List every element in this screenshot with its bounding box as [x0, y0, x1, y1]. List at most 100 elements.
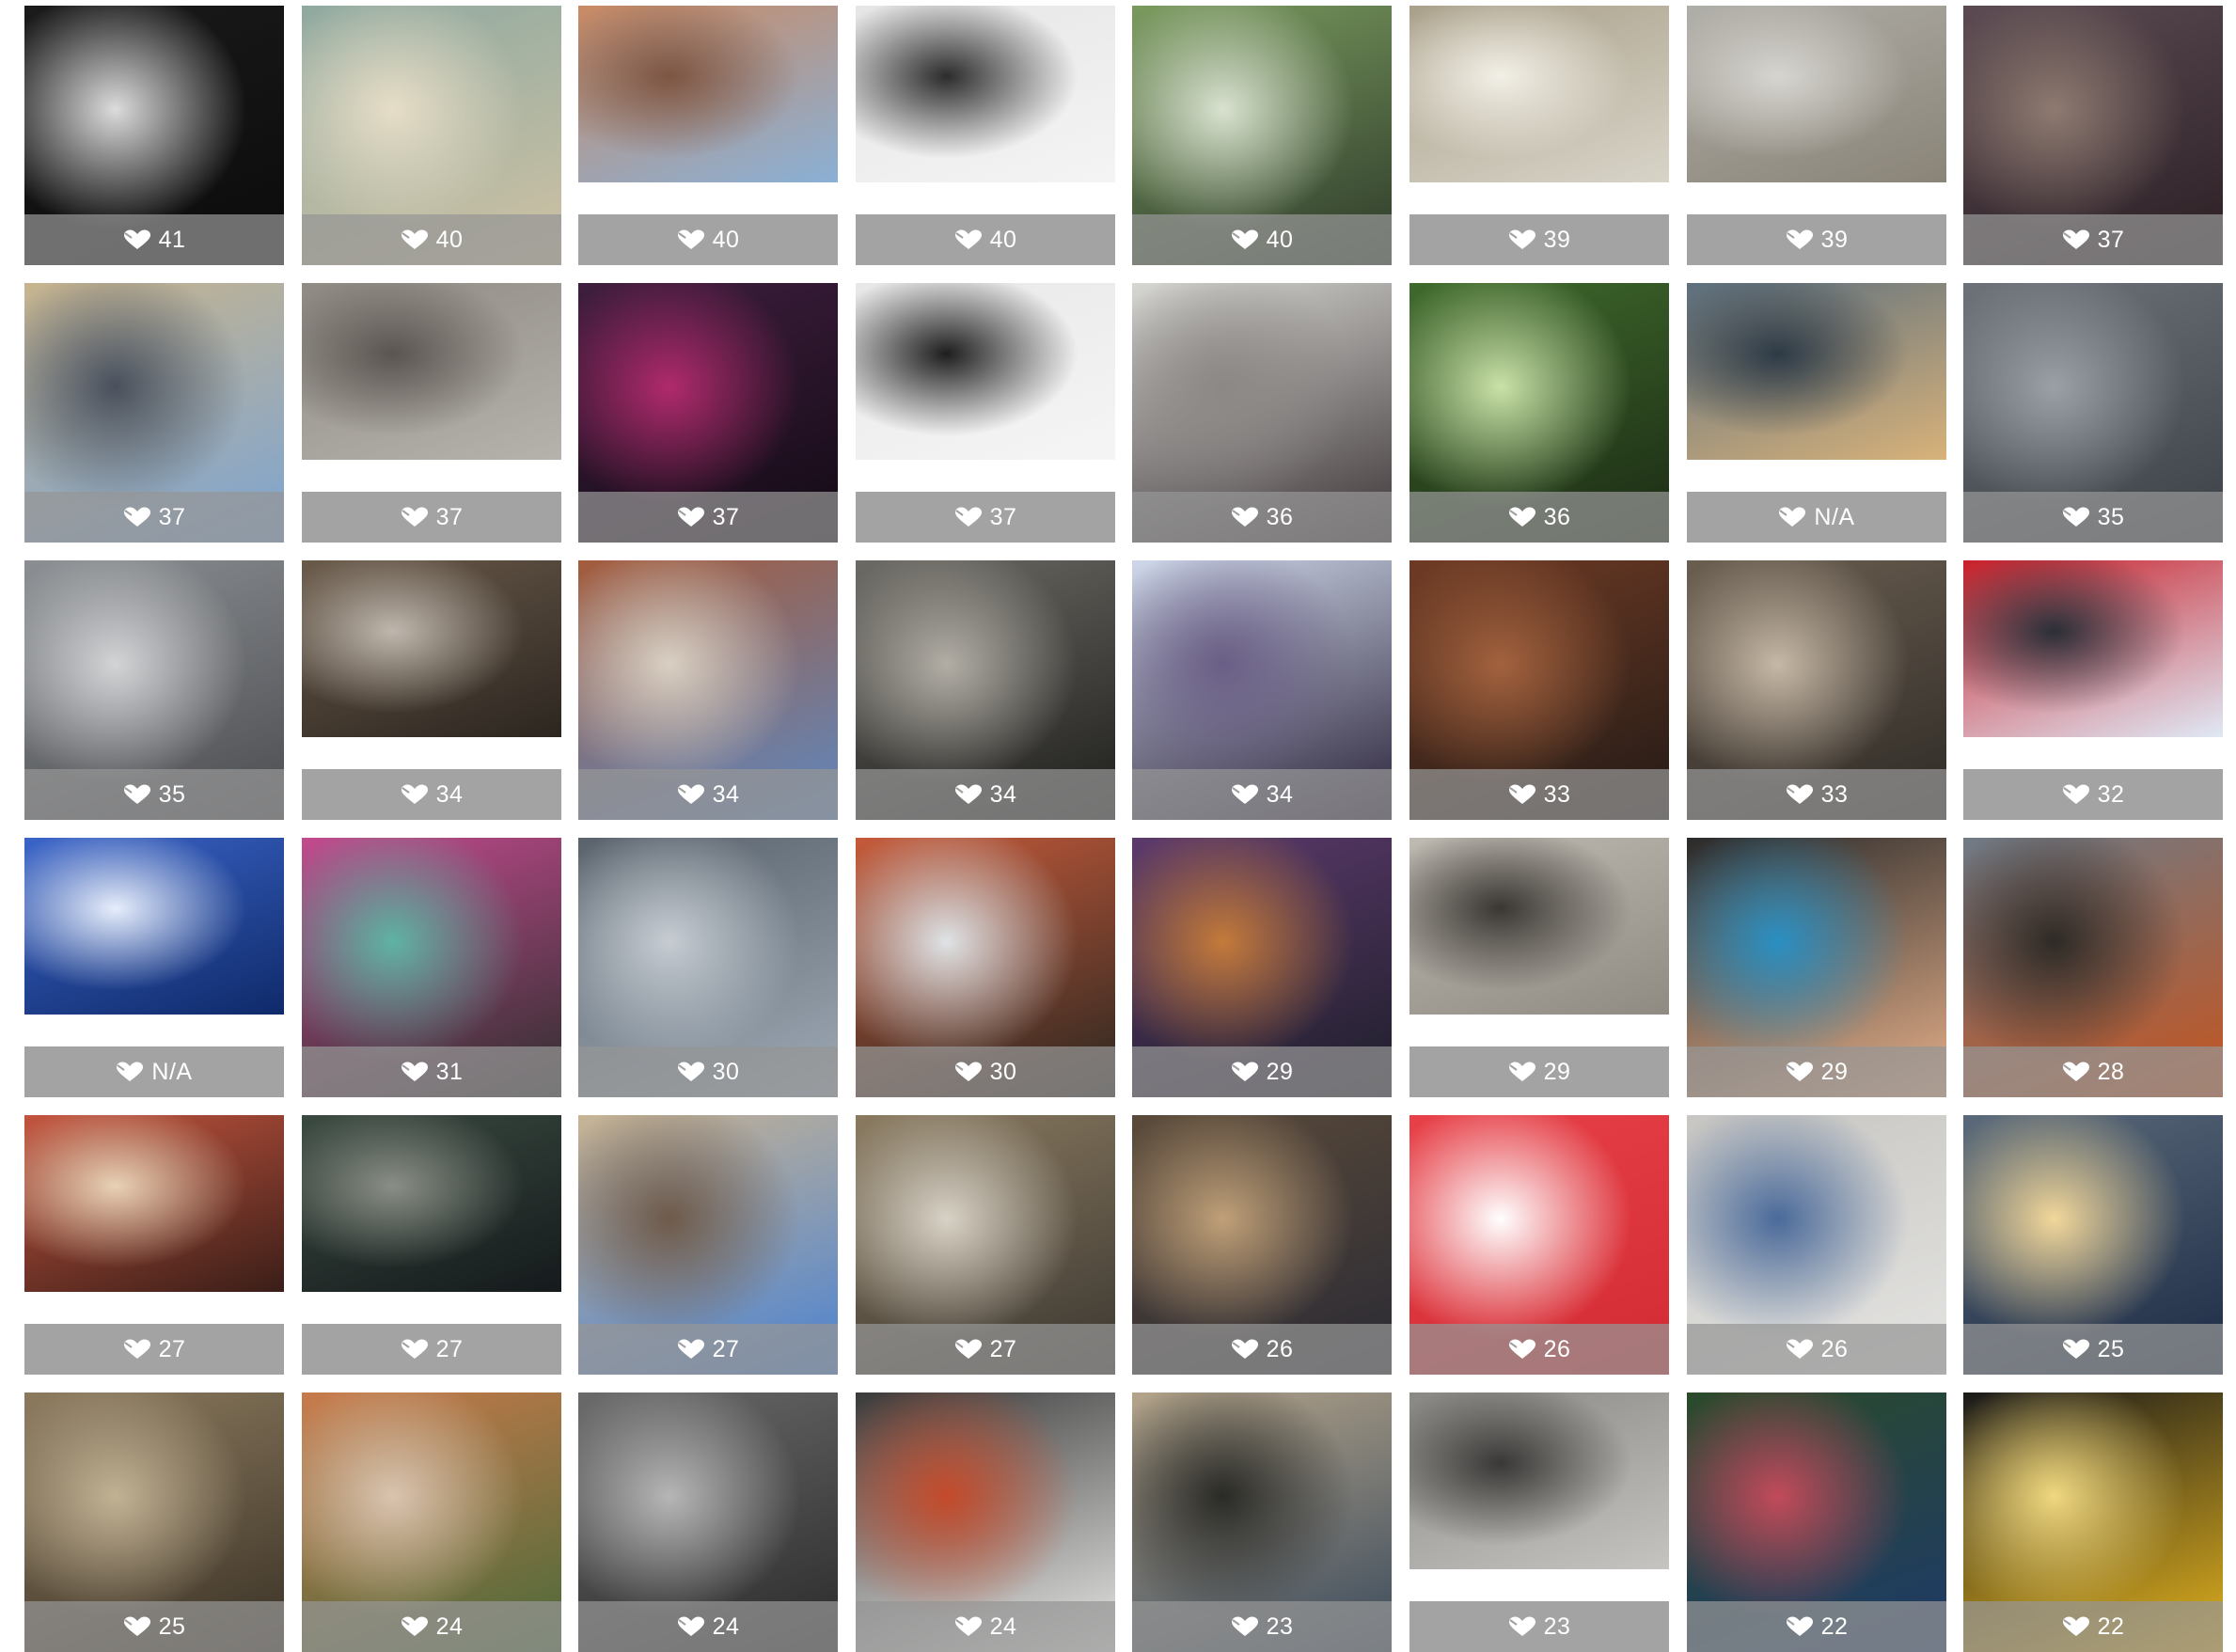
heart-icon: [1231, 507, 1259, 527]
like-count: 32: [2097, 780, 2125, 808]
photo-thumbnail[interactable]: [302, 560, 561, 737]
like-count-bar: 39: [1687, 214, 1946, 265]
gallery-tile[interactable]: 37: [1963, 6, 2223, 265]
gallery-tile[interactable]: 24: [578, 1392, 838, 1652]
like-count-bar: 40: [856, 214, 1115, 265]
gallery-tile[interactable]: 29: [1409, 838, 1669, 1097]
like-count-bar: 37: [302, 492, 561, 543]
gallery-tile[interactable]: 40: [856, 6, 1115, 265]
gallery-tile[interactable]: 34: [856, 560, 1115, 820]
like-count-bar: 31: [302, 1046, 561, 1097]
like-count-bar: 39: [1409, 214, 1669, 265]
heart-icon: [123, 1339, 151, 1360]
gallery-tile[interactable]: 29: [1687, 838, 1946, 1097]
gallery-tile[interactable]: 34: [302, 560, 561, 820]
gallery-tile[interactable]: 26: [1132, 1115, 1392, 1375]
gallery-tile[interactable]: 37: [856, 283, 1115, 543]
gallery-tile[interactable]: 36: [1132, 283, 1392, 543]
gallery-tile[interactable]: 27: [24, 1115, 284, 1375]
gallery-tile[interactable]: 33: [1409, 560, 1669, 820]
like-count: 39: [1820, 226, 1849, 253]
gallery-tile[interactable]: 41: [24, 6, 284, 265]
gallery-tile[interactable]: 39: [1409, 6, 1669, 265]
gallery-tile[interactable]: 31: [302, 838, 561, 1097]
heart-icon: [677, 1339, 705, 1360]
like-count-bar: 37: [856, 492, 1115, 543]
like-count: 31: [435, 1058, 464, 1085]
photo-gallery-grid: 41 40 40 40 40 39 39 37 37 37 37 37 36 36 N/A 35 35 34 34 3…: [0, 0, 2236, 1652]
gallery-tile[interactable]: N/A: [1687, 283, 1946, 543]
photo-thumbnail[interactable]: [856, 283, 1115, 460]
like-count: 27: [158, 1335, 186, 1362]
like-count-bar: 28: [1963, 1046, 2223, 1097]
photo-thumbnail[interactable]: [1409, 1392, 1669, 1569]
heart-icon: [2062, 507, 2090, 527]
gallery-tile[interactable]: 37: [578, 283, 838, 543]
gallery-tile[interactable]: 29: [1132, 838, 1392, 1097]
gallery-tile[interactable]: 33: [1687, 560, 1946, 820]
photo-thumbnail[interactable]: [302, 283, 561, 460]
gallery-tile[interactable]: 30: [856, 838, 1115, 1097]
gallery-tile[interactable]: 26: [1409, 1115, 1669, 1375]
gallery-tile[interactable]: 23: [1132, 1392, 1392, 1652]
gallery-tile[interactable]: 28: [1963, 838, 2223, 1097]
gallery-tile[interactable]: 40: [1132, 6, 1392, 265]
like-count: 40: [435, 226, 464, 253]
heart-icon: [123, 229, 151, 250]
gallery-tile[interactable]: 39: [1687, 6, 1946, 265]
gallery-tile[interactable]: 35: [24, 560, 284, 820]
gallery-tile[interactable]: 23: [1409, 1392, 1669, 1652]
gallery-tile[interactable]: 34: [578, 560, 838, 820]
photo-thumbnail[interactable]: [302, 1115, 561, 1292]
like-count: 34: [712, 780, 740, 808]
photo-thumbnail[interactable]: [24, 1115, 284, 1292]
gallery-tile[interactable]: 26: [1687, 1115, 1946, 1375]
photo-thumbnail[interactable]: [1409, 838, 1669, 1015]
gallery-tile[interactable]: 40: [302, 6, 561, 265]
heart-icon: [954, 507, 983, 527]
photo-thumbnail[interactable]: [1963, 560, 2223, 737]
gallery-tile[interactable]: 25: [1963, 1115, 2223, 1375]
like-count: 37: [989, 503, 1017, 530]
heart-icon: [677, 229, 705, 250]
heart-icon: [123, 1616, 151, 1637]
like-count: 24: [712, 1613, 740, 1640]
like-count-bar: 26: [1132, 1324, 1392, 1375]
photo-thumbnail[interactable]: [1409, 6, 1669, 182]
like-count: 36: [1266, 503, 1294, 530]
gallery-tile[interactable]: 22: [1963, 1392, 2223, 1652]
gallery-tile[interactable]: 37: [302, 283, 561, 543]
like-count: 37: [712, 503, 740, 530]
gallery-tile[interactable]: 24: [856, 1392, 1115, 1652]
like-count-bar: 32: [1963, 769, 2223, 820]
gallery-tile[interactable]: 27: [856, 1115, 1115, 1375]
heart-icon: [954, 1339, 983, 1360]
heart-icon: [401, 784, 429, 805]
gallery-tile[interactable]: 34: [1132, 560, 1392, 820]
gallery-tile[interactable]: 27: [578, 1115, 838, 1375]
gallery-tile[interactable]: 24: [302, 1392, 561, 1652]
photo-thumbnail[interactable]: [1687, 283, 1946, 460]
like-count: 37: [2097, 226, 2125, 253]
photo-thumbnail[interactable]: [1687, 6, 1946, 182]
like-count: 40: [989, 226, 1017, 253]
gallery-tile[interactable]: 32: [1963, 560, 2223, 820]
gallery-tile[interactable]: 25: [24, 1392, 284, 1652]
gallery-tile[interactable]: N/A: [24, 838, 284, 1097]
like-count-bar: 23: [1409, 1601, 1669, 1652]
gallery-tile[interactable]: 40: [578, 6, 838, 265]
gallery-tile[interactable]: 37: [24, 283, 284, 543]
photo-thumbnail[interactable]: [856, 6, 1115, 182]
photo-thumbnail[interactable]: [578, 6, 838, 182]
gallery-tile[interactable]: 30: [578, 838, 838, 1097]
gallery-tile[interactable]: 36: [1409, 283, 1669, 543]
heart-icon: [1508, 1339, 1536, 1360]
photo-thumbnail[interactable]: [24, 838, 284, 1015]
like-count-bar: N/A: [1687, 492, 1946, 543]
gallery-tile[interactable]: 27: [302, 1115, 561, 1375]
gallery-tile[interactable]: 22: [1687, 1392, 1946, 1652]
heart-icon: [1231, 229, 1259, 250]
like-count: 29: [1820, 1058, 1849, 1085]
gallery-tile[interactable]: 35: [1963, 283, 2223, 543]
heart-icon: [1231, 1062, 1259, 1082]
